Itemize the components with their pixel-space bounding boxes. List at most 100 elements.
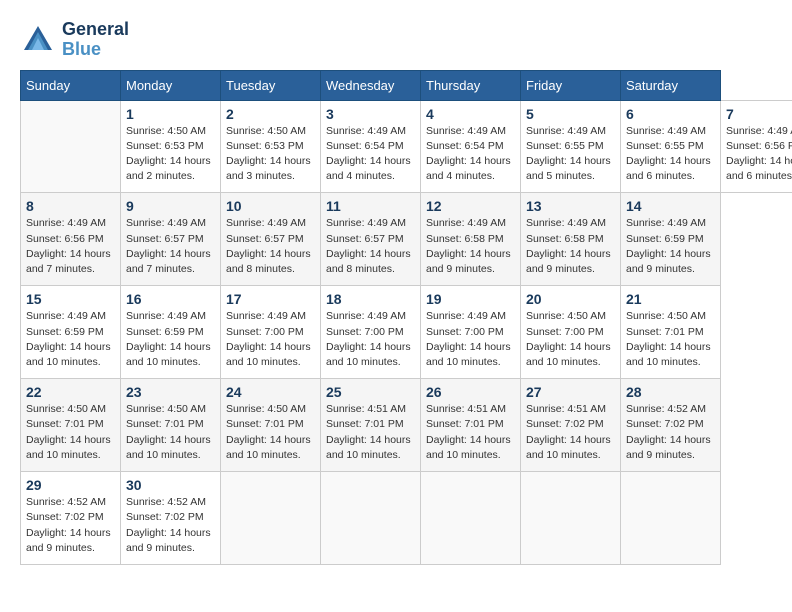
daylight-label: Daylight: 14 hoursand 5 minutes. bbox=[526, 155, 611, 182]
sunrise-label: Sunrise: 4:50 AM bbox=[626, 310, 706, 322]
calendar-cell: 9 Sunrise: 4:49 AM Sunset: 6:57 PM Dayli… bbox=[121, 193, 221, 286]
calendar-cell bbox=[521, 472, 621, 565]
day-number: 23 bbox=[126, 384, 215, 400]
day-info: Sunrise: 4:52 AM Sunset: 7:02 PM Dayligh… bbox=[626, 402, 715, 463]
day-number: 16 bbox=[126, 291, 215, 307]
daylight-label: Daylight: 14 hoursand 6 minutes. bbox=[726, 155, 792, 182]
calendar-cell: 11 Sunrise: 4:49 AM Sunset: 6:57 PM Dayl… bbox=[321, 193, 421, 286]
day-info: Sunrise: 4:49 AM Sunset: 6:54 PM Dayligh… bbox=[426, 124, 515, 185]
daylight-label: Daylight: 14 hoursand 10 minutes. bbox=[26, 341, 111, 368]
daylight-label: Daylight: 14 hoursand 10 minutes. bbox=[426, 434, 511, 461]
day-number: 5 bbox=[526, 106, 615, 122]
sunrise-label: Sunrise: 4:51 AM bbox=[326, 403, 406, 415]
sunrise-label: Sunrise: 4:50 AM bbox=[526, 310, 606, 322]
weekday-header-monday: Monday bbox=[121, 70, 221, 100]
sunrise-label: Sunrise: 4:49 AM bbox=[226, 310, 306, 322]
sunrise-label: Sunrise: 4:49 AM bbox=[126, 217, 206, 229]
day-number: 13 bbox=[526, 198, 615, 214]
day-info: Sunrise: 4:51 AM Sunset: 7:01 PM Dayligh… bbox=[326, 402, 415, 463]
calendar-cell: 5 Sunrise: 4:49 AM Sunset: 6:55 PM Dayli… bbox=[521, 100, 621, 193]
day-info: Sunrise: 4:52 AM Sunset: 7:02 PM Dayligh… bbox=[126, 495, 215, 556]
calendar-cell: 21 Sunrise: 4:50 AM Sunset: 7:01 PM Dayl… bbox=[621, 286, 721, 379]
daylight-label: Daylight: 14 hoursand 10 minutes. bbox=[526, 434, 611, 461]
sunset-label: Sunset: 6:59 PM bbox=[126, 326, 204, 338]
daylight-label: Daylight: 14 hoursand 10 minutes. bbox=[526, 341, 611, 368]
logo: General Blue bbox=[20, 20, 129, 60]
calendar-table: SundayMondayTuesdayWednesdayThursdayFrid… bbox=[20, 70, 792, 565]
day-info: Sunrise: 4:49 AM Sunset: 6:54 PM Dayligh… bbox=[326, 124, 415, 185]
calendar-cell: 25 Sunrise: 4:51 AM Sunset: 7:01 PM Dayl… bbox=[321, 379, 421, 472]
day-number: 21 bbox=[626, 291, 715, 307]
daylight-label: Daylight: 14 hoursand 10 minutes. bbox=[326, 434, 411, 461]
calendar-cell: 29 Sunrise: 4:52 AM Sunset: 7:02 PM Dayl… bbox=[21, 472, 121, 565]
sunset-label: Sunset: 7:01 PM bbox=[226, 418, 304, 430]
sunrise-label: Sunrise: 4:49 AM bbox=[26, 310, 106, 322]
daylight-label: Daylight: 14 hoursand 9 minutes. bbox=[526, 248, 611, 275]
day-number: 20 bbox=[526, 291, 615, 307]
day-info: Sunrise: 4:50 AM Sunset: 7:01 PM Dayligh… bbox=[626, 309, 715, 370]
daylight-label: Daylight: 14 hoursand 7 minutes. bbox=[126, 248, 211, 275]
day-info: Sunrise: 4:50 AM Sunset: 7:00 PM Dayligh… bbox=[526, 309, 615, 370]
calendar-cell bbox=[421, 472, 521, 565]
weekday-header-thursday: Thursday bbox=[421, 70, 521, 100]
day-number: 24 bbox=[226, 384, 315, 400]
calendar-cell: 28 Sunrise: 4:52 AM Sunset: 7:02 PM Dayl… bbox=[621, 379, 721, 472]
page-header: General Blue bbox=[20, 20, 772, 60]
sunset-label: Sunset: 6:54 PM bbox=[326, 140, 404, 152]
daylight-label: Daylight: 14 hoursand 4 minutes. bbox=[426, 155, 511, 182]
calendar-cell-empty bbox=[21, 100, 121, 193]
calendar-cell: 12 Sunrise: 4:49 AM Sunset: 6:58 PM Dayl… bbox=[421, 193, 521, 286]
logo-text: General Blue bbox=[62, 20, 129, 60]
logo-icon bbox=[20, 22, 56, 58]
calendar-cell: 27 Sunrise: 4:51 AM Sunset: 7:02 PM Dayl… bbox=[521, 379, 621, 472]
daylight-label: Daylight: 14 hoursand 2 minutes. bbox=[126, 155, 211, 182]
sunset-label: Sunset: 6:55 PM bbox=[626, 140, 704, 152]
sunrise-label: Sunrise: 4:49 AM bbox=[426, 217, 506, 229]
sunrise-label: Sunrise: 4:49 AM bbox=[626, 217, 706, 229]
day-info: Sunrise: 4:51 AM Sunset: 7:01 PM Dayligh… bbox=[426, 402, 515, 463]
sunrise-label: Sunrise: 4:51 AM bbox=[526, 403, 606, 415]
calendar-cell bbox=[621, 472, 721, 565]
daylight-label: Daylight: 14 hoursand 3 minutes. bbox=[226, 155, 311, 182]
sunset-label: Sunset: 7:00 PM bbox=[426, 326, 504, 338]
calendar-cell: 13 Sunrise: 4:49 AM Sunset: 6:58 PM Dayl… bbox=[521, 193, 621, 286]
calendar-cell: 1 Sunrise: 4:50 AM Sunset: 6:53 PM Dayli… bbox=[121, 100, 221, 193]
day-number: 8 bbox=[26, 198, 115, 214]
sunrise-label: Sunrise: 4:49 AM bbox=[726, 125, 792, 137]
sunrise-label: Sunrise: 4:49 AM bbox=[326, 310, 406, 322]
day-number: 12 bbox=[426, 198, 515, 214]
day-number: 1 bbox=[126, 106, 215, 122]
sunset-label: Sunset: 6:58 PM bbox=[526, 233, 604, 245]
day-number: 25 bbox=[326, 384, 415, 400]
sunrise-label: Sunrise: 4:49 AM bbox=[326, 217, 406, 229]
day-number: 28 bbox=[626, 384, 715, 400]
sunset-label: Sunset: 7:01 PM bbox=[26, 418, 104, 430]
daylight-label: Daylight: 14 hoursand 10 minutes. bbox=[26, 434, 111, 461]
day-number: 11 bbox=[326, 198, 415, 214]
day-number: 17 bbox=[226, 291, 315, 307]
sunrise-label: Sunrise: 4:49 AM bbox=[126, 310, 206, 322]
sunset-label: Sunset: 6:53 PM bbox=[126, 140, 204, 152]
sunset-label: Sunset: 6:54 PM bbox=[426, 140, 504, 152]
daylight-label: Daylight: 14 hoursand 9 minutes. bbox=[626, 434, 711, 461]
sunrise-label: Sunrise: 4:49 AM bbox=[526, 217, 606, 229]
sunrise-label: Sunrise: 4:52 AM bbox=[626, 403, 706, 415]
daylight-label: Daylight: 14 hoursand 9 minutes. bbox=[126, 527, 211, 554]
sunrise-label: Sunrise: 4:49 AM bbox=[626, 125, 706, 137]
day-info: Sunrise: 4:49 AM Sunset: 6:56 PM Dayligh… bbox=[726, 124, 792, 185]
sunrise-label: Sunrise: 4:49 AM bbox=[426, 125, 506, 137]
calendar-cell: 30 Sunrise: 4:52 AM Sunset: 7:02 PM Dayl… bbox=[121, 472, 221, 565]
day-number: 22 bbox=[26, 384, 115, 400]
calendar-week-row: 22 Sunrise: 4:50 AM Sunset: 7:01 PM Dayl… bbox=[21, 379, 792, 472]
sunrise-label: Sunrise: 4:49 AM bbox=[526, 125, 606, 137]
daylight-label: Daylight: 14 hoursand 9 minutes. bbox=[426, 248, 511, 275]
sunset-label: Sunset: 6:55 PM bbox=[526, 140, 604, 152]
sunset-label: Sunset: 6:58 PM bbox=[426, 233, 504, 245]
weekday-header-tuesday: Tuesday bbox=[221, 70, 321, 100]
day-number: 19 bbox=[426, 291, 515, 307]
daylight-label: Daylight: 14 hoursand 10 minutes. bbox=[226, 434, 311, 461]
sunset-label: Sunset: 7:02 PM bbox=[626, 418, 704, 430]
daylight-label: Daylight: 14 hoursand 10 minutes. bbox=[626, 341, 711, 368]
sunrise-label: Sunrise: 4:49 AM bbox=[426, 310, 506, 322]
day-info: Sunrise: 4:49 AM Sunset: 6:56 PM Dayligh… bbox=[26, 216, 115, 277]
